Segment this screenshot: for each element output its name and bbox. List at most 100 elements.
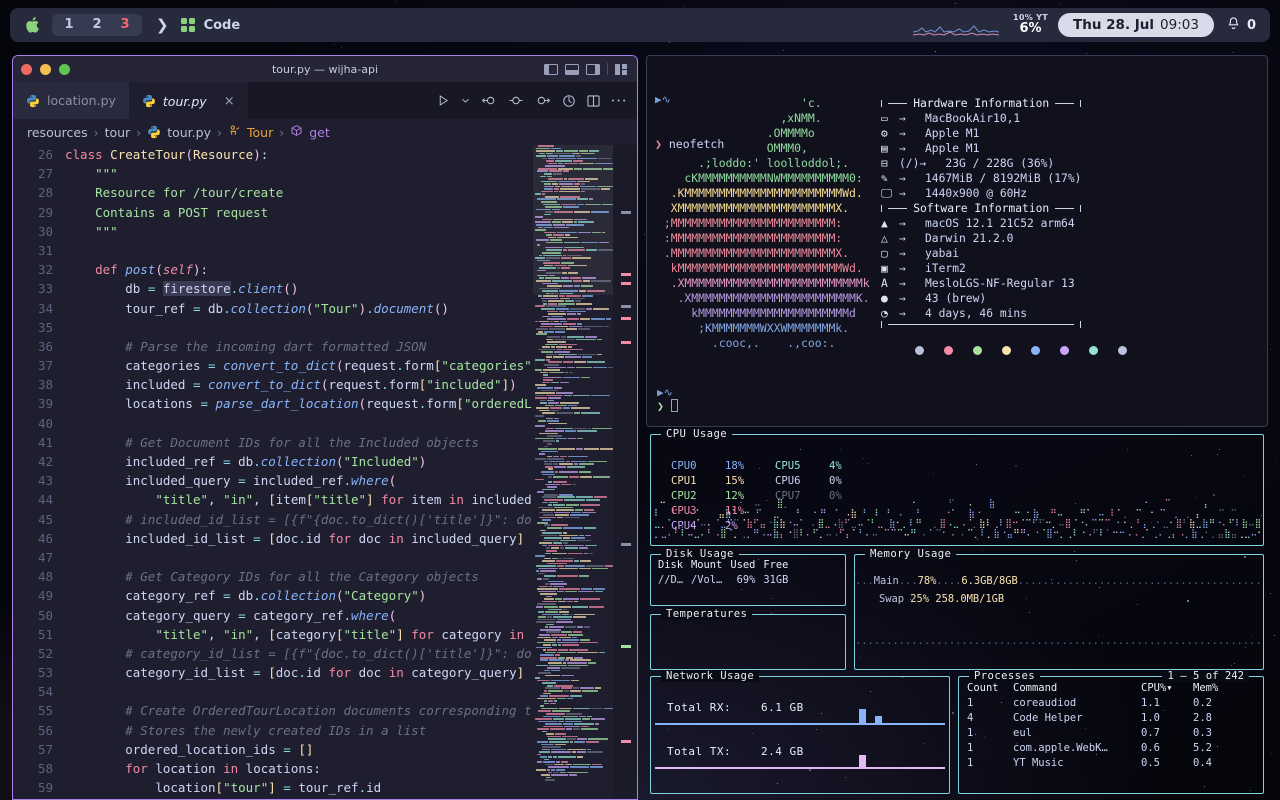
code-line[interactable]: 56 # Stores the newly created IDs in a l… bbox=[13, 721, 547, 740]
code-line[interactable]: 55 # Create OrderedTourLocation document… bbox=[13, 701, 547, 720]
line-number: 34 bbox=[13, 299, 65, 318]
table-row[interactable]: 1 com.apple.WebK… 0.6 5.2 bbox=[967, 741, 1239, 756]
terminal-prompt-line[interactable]: ▶∿ ❯ bbox=[657, 386, 678, 413]
code-line[interactable]: 54 bbox=[13, 682, 547, 701]
col-mem-pct[interactable]: Mem% bbox=[1193, 681, 1239, 696]
code-line[interactable]: 50 category_query = category_ref.where( bbox=[13, 606, 547, 625]
cpu-core-row: CPU0 18% CPU5 4% bbox=[671, 459, 879, 474]
col-cpu-pct[interactable]: CPU%▾ bbox=[1141, 681, 1193, 696]
code-line[interactable]: 44 "title", "in", [item["title"] for ite… bbox=[13, 490, 547, 509]
step-over-icon[interactable] bbox=[508, 94, 524, 107]
memory-main-label: Main bbox=[874, 575, 899, 587]
minimize-window-button[interactable] bbox=[40, 64, 51, 75]
breadcrumb-item-file[interactable]: tour.py bbox=[167, 125, 211, 140]
space-3-active[interactable]: 3 bbox=[112, 14, 138, 36]
breadcrumb-item-resources[interactable]: resources bbox=[27, 125, 88, 140]
maximize-window-button[interactable] bbox=[59, 64, 70, 75]
line-number: 46 bbox=[13, 529, 65, 548]
table-header-row: Disk Mount Used Free bbox=[658, 558, 796, 573]
breadcrumb-item-method[interactable]: get bbox=[309, 125, 330, 140]
table-row[interactable]: 1 coreaudiod 1.1 0.2 bbox=[967, 696, 1239, 711]
memory-usage-panel: Memory Usage ...Main...78%....6.3GB/8GB.… bbox=[854, 554, 1264, 670]
table-header-row: Count Command CPU%▾ Mem% bbox=[967, 681, 1239, 696]
neofetch-row-value: MacBookAir10,1 bbox=[925, 111, 1020, 126]
code-line[interactable]: 36 # Parse the incoming dart formatted J… bbox=[13, 337, 547, 356]
spaces-switcher[interactable]: 1 2 3 bbox=[52, 14, 142, 36]
code-line[interactable]: 35 bbox=[13, 318, 547, 337]
editor-scrollbar[interactable] bbox=[613, 145, 637, 799]
split-editor-icon[interactable] bbox=[587, 95, 600, 107]
cpu-core-row: CPU1 15% CPU6 0% bbox=[671, 474, 879, 489]
code-line[interactable]: 53 category_id_list = [doc.id for doc in… bbox=[13, 663, 547, 682]
code-line[interactable]: 37 categories = convert_to_dict(request.… bbox=[13, 356, 547, 375]
window-traffic-lights[interactable] bbox=[21, 64, 70, 75]
code-line[interactable]: 58 for location in locations: bbox=[13, 759, 547, 778]
table-row[interactable]: 1 YT Music 0.5 0.4 bbox=[967, 756, 1239, 771]
line-number: 55 bbox=[13, 701, 65, 720]
code-line[interactable]: 47 bbox=[13, 548, 547, 567]
code-line[interactable]: 42 included_ref = db.collection("Include… bbox=[13, 452, 547, 471]
tab-location-py[interactable]: location.py bbox=[13, 82, 129, 119]
clock-widget[interactable]: Thu 28. Jul 09:03 bbox=[1058, 13, 1214, 37]
palette-dot-1 bbox=[944, 346, 953, 355]
code-line[interactable]: 34 tour_ref = db.collection("Tour").docu… bbox=[13, 299, 547, 318]
code-line[interactable]: 26 class CreateTour(Resource): bbox=[13, 145, 547, 164]
bell-icon[interactable] bbox=[1226, 16, 1241, 35]
more-actions-icon[interactable] bbox=[611, 98, 626, 103]
code-line[interactable]: 49 category_ref = db.collection("Categor… bbox=[13, 586, 547, 605]
table-row[interactable]: 1 eul 0.7 0.3 bbox=[967, 726, 1239, 741]
network-tx-baseline bbox=[655, 767, 945, 769]
step-into-icon[interactable] bbox=[535, 94, 551, 107]
code-line[interactable]: 52 # category_id_list = [{f"{doc.to_dict… bbox=[13, 644, 547, 663]
code-line[interactable]: 57 ordered_location_ids = [] bbox=[13, 740, 547, 759]
line-number: 26 bbox=[13, 145, 65, 164]
run-icon[interactable] bbox=[437, 94, 450, 107]
toggle-secondary-sidebar-icon[interactable] bbox=[586, 64, 600, 75]
process-cpu: 0.5 bbox=[1141, 756, 1193, 771]
code-line[interactable]: 28 Resource for /tour/create bbox=[13, 183, 547, 202]
code-content[interactable]: 26 class CreateTour(Resource): 27 """ 28 Re… bbox=[13, 145, 547, 797]
code-line[interactable]: 59 location["tour"] = tour_ref.id bbox=[13, 778, 547, 797]
code-line[interactable]: 43 included_query = included_ref.where( bbox=[13, 471, 547, 490]
space-1[interactable]: 1 bbox=[56, 14, 82, 36]
code-editor[interactable]: 26 class CreateTour(Resource): 27 """ 28 Re… bbox=[13, 145, 637, 799]
neofetch-info-row: ▢ → yabai bbox=[881, 246, 1081, 261]
arrow-icon: → bbox=[899, 126, 925, 141]
toggle-panel-icon[interactable] bbox=[565, 64, 579, 75]
space-2[interactable]: 2 bbox=[84, 14, 110, 36]
table-row: //D… /Vol… 69% 31GB bbox=[658, 573, 796, 588]
line-number: 53 bbox=[13, 663, 65, 682]
toggle-primary-sidebar-icon[interactable] bbox=[544, 64, 558, 75]
minimap-slider[interactable] bbox=[533, 145, 613, 295]
code-line[interactable]: 29 Contains a POST request bbox=[13, 203, 547, 222]
tab-tour-py[interactable]: tour.py × bbox=[129, 82, 248, 119]
code-line[interactable]: 39 locations = parse_dart_location(reque… bbox=[13, 394, 547, 413]
process-cpu: 1.1 bbox=[1141, 696, 1193, 711]
breadcrumb-item-tour[interactable]: tour bbox=[105, 125, 131, 140]
code-line[interactable]: 27 """ bbox=[13, 164, 547, 183]
code-line[interactable]: 38 included = convert_to_dict(request.fo… bbox=[13, 375, 547, 394]
close-icon[interactable]: × bbox=[224, 95, 235, 108]
code-line[interactable]: 45 # included_id_list = [{f"{doc.to_dict… bbox=[13, 510, 547, 529]
code-line[interactable]: 30 """ bbox=[13, 222, 547, 241]
table-row[interactable]: 4 Code Helper 1.0 2.8 bbox=[967, 711, 1239, 726]
breadcrumb-item-class[interactable]: Tour bbox=[247, 125, 273, 140]
close-window-button[interactable] bbox=[21, 64, 32, 75]
customize-layout-icon[interactable] bbox=[615, 64, 629, 75]
code-line[interactable]: 51 "title", "in", [category["title"] for… bbox=[13, 625, 547, 644]
debug-icon[interactable] bbox=[562, 94, 576, 108]
arrow-icon: → bbox=[899, 261, 925, 276]
code-line[interactable]: 32 def post(self): bbox=[13, 260, 547, 279]
step-back-icon[interactable] bbox=[481, 94, 497, 107]
apple-logo-icon[interactable] bbox=[24, 16, 42, 34]
code-line[interactable]: 46 included_id_list = [doc.id for doc in… bbox=[13, 529, 547, 548]
neofetch-info-row: ▤ → Apple M1 bbox=[881, 141, 1081, 156]
code-line[interactable]: 41 # Get Document IDs for all the Includ… bbox=[13, 433, 547, 452]
code-line[interactable]: 33 db = firestore.client() bbox=[13, 279, 547, 298]
code-line[interactable]: 48 # Get Category IDs for all the Catego… bbox=[13, 567, 547, 586]
menu-bar: 1 2 3 ❯ Code 10% YT 6% Thu 28. Jul 09:03… bbox=[10, 8, 1270, 42]
code-line[interactable]: 31 bbox=[13, 241, 547, 260]
run-dropdown-icon[interactable] bbox=[461, 96, 470, 105]
terminal-window-neofetch[interactable]: ▶∿ ❯ neofetch 'c. ,xNMM. .OMMMMo OMMM0, … bbox=[646, 55, 1268, 427]
code-line[interactable]: 40 bbox=[13, 414, 547, 433]
